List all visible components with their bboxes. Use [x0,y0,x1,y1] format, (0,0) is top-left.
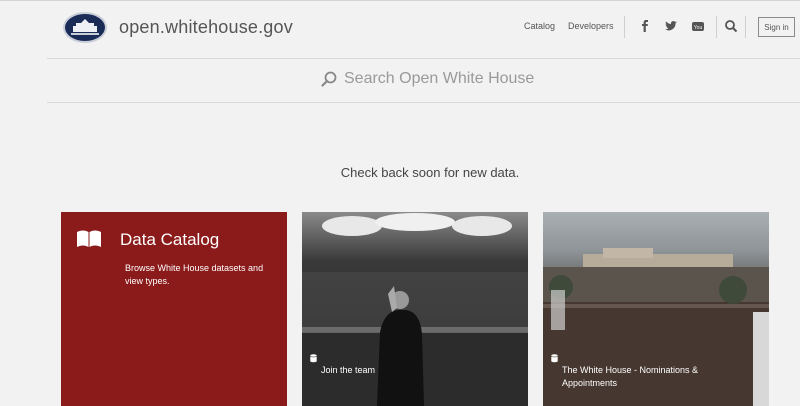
site-header: open.whitehouse.gov Catalog Developers Y… [0,1,800,57]
nav-divider [745,16,746,38]
join-the-team-label: Join the team [321,365,376,375]
book-icon [76,229,102,249]
nav-divider [624,16,625,38]
search-input[interactable] [344,67,644,91]
twitter-icon[interactable] [664,19,678,33]
nav-developers-link[interactable]: Developers [568,21,614,31]
nominations-appointments-card[interactable]: The White House - Nominations & Appointm… [543,212,769,406]
svg-text:You: You [694,25,703,31]
database-icon [551,354,558,363]
data-catalog-description: Browse White House datasets and view typ… [125,263,264,286]
nav-catalog-link[interactable]: Catalog [524,21,555,31]
notice-text: Check back soon for new data. [340,165,520,180]
facebook-icon[interactable] [638,19,652,33]
header-search-icon[interactable] [724,19,738,33]
sign-in-button[interactable]: Sign in [758,17,795,37]
join-the-team-card[interactable]: Join the team [302,212,528,406]
data-catalog-title: Data Catalog [120,230,220,249]
search-icon[interactable] [320,70,338,88]
search-divider [47,102,800,103]
database-icon [310,354,317,363]
white-house-logo[interactable] [63,12,107,43]
youtube-icon[interactable]: You [691,19,705,33]
data-catalog-card[interactable]: Data Catalog Browse White House datasets… [61,212,287,406]
nominations-appointments-label: The White House - Nominations & Appointm… [562,365,699,388]
site-title[interactable]: open.whitehouse.gov [119,17,293,38]
header-divider [47,58,800,59]
nav-divider [716,16,717,38]
